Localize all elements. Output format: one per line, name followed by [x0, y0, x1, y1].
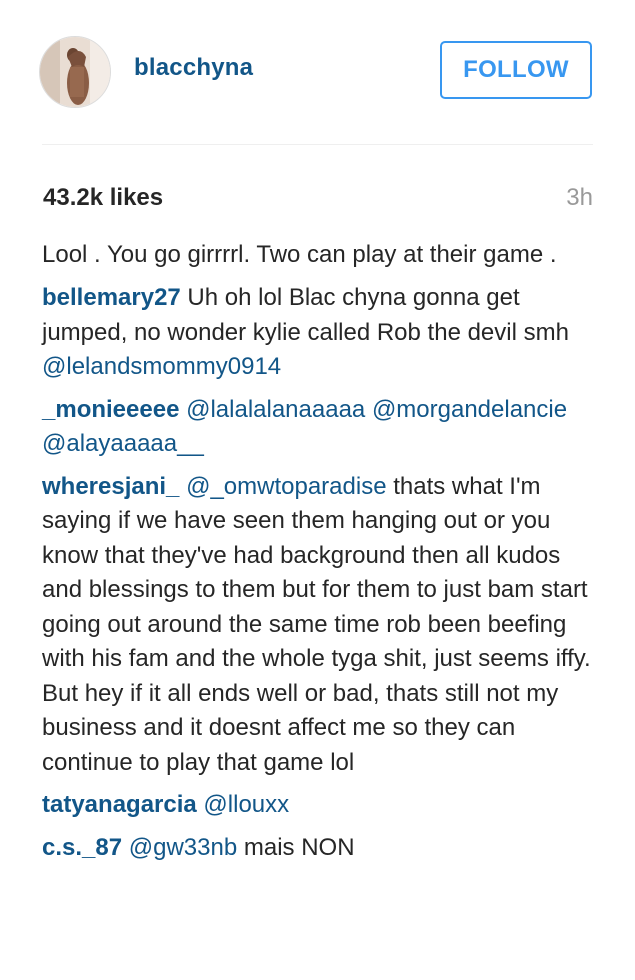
comment: bellemary27 Uh oh lol Blac chyna gonna g…	[42, 281, 594, 385]
comment: _monieeeee @lalalalanaaaaa @morgandelanc…	[42, 393, 594, 462]
mention-link[interactable]: @gw33nb	[129, 834, 237, 861]
post-header: blacchyna FOLLOW	[0, 0, 635, 145]
comment-text: Lool . You go girrrrl. Two can play at t…	[42, 241, 557, 268]
mention-link[interactable]: @morgandelancie	[372, 396, 567, 423]
comment-list: Lool . You go girrrrl. Two can play at t…	[42, 224, 594, 873]
mention-link[interactable]: @lalalalanaaaaa	[186, 396, 365, 423]
comment: wheresjani_ @_omwtoparadise thats what I…	[42, 470, 594, 781]
like-count[interactable]: 43.2k likes	[43, 184, 163, 212]
post-meta: 43.2k likes 3h	[42, 184, 593, 216]
post-time[interactable]: 3h	[566, 184, 593, 212]
instagram-post-view: blacchyna FOLLOW 43.2k likes 3h Lool . Y…	[0, 0, 635, 980]
comment-username[interactable]: bellemary27	[42, 284, 181, 311]
comment-text	[122, 834, 129, 861]
avatar-image	[40, 37, 110, 107]
header-divider	[42, 144, 593, 145]
comment-username[interactable]: c.s._87	[42, 834, 122, 861]
mention-link[interactable]: @alayaaaaa__	[42, 430, 204, 457]
mention-link[interactable]: @llouxx	[203, 791, 289, 818]
mention-link[interactable]: @lelandsmommy0914	[42, 353, 281, 380]
mention-link[interactable]: @_omwtoparadise	[186, 473, 386, 500]
avatar[interactable]	[39, 36, 111, 108]
comment-text: thats what I'm saying if we have seen th…	[42, 472, 591, 776]
comment: c.s._87 @gw33nb mais NON	[42, 831, 594, 866]
comment-username[interactable]: tatyanagarcia	[42, 791, 197, 818]
comment-text: mais NON	[237, 833, 355, 861]
follow-button[interactable]: FOLLOW	[440, 41, 592, 99]
comment: tatyanagarcia @llouxx	[42, 788, 594, 823]
comment-text	[365, 396, 372, 423]
comment-username[interactable]: wheresjani_	[42, 473, 179, 500]
comment: Lool . You go girrrrl. Two can play at t…	[42, 237, 594, 273]
comment-username[interactable]: _monieeeee	[42, 396, 179, 423]
post-username[interactable]: blacchyna	[134, 54, 253, 82]
